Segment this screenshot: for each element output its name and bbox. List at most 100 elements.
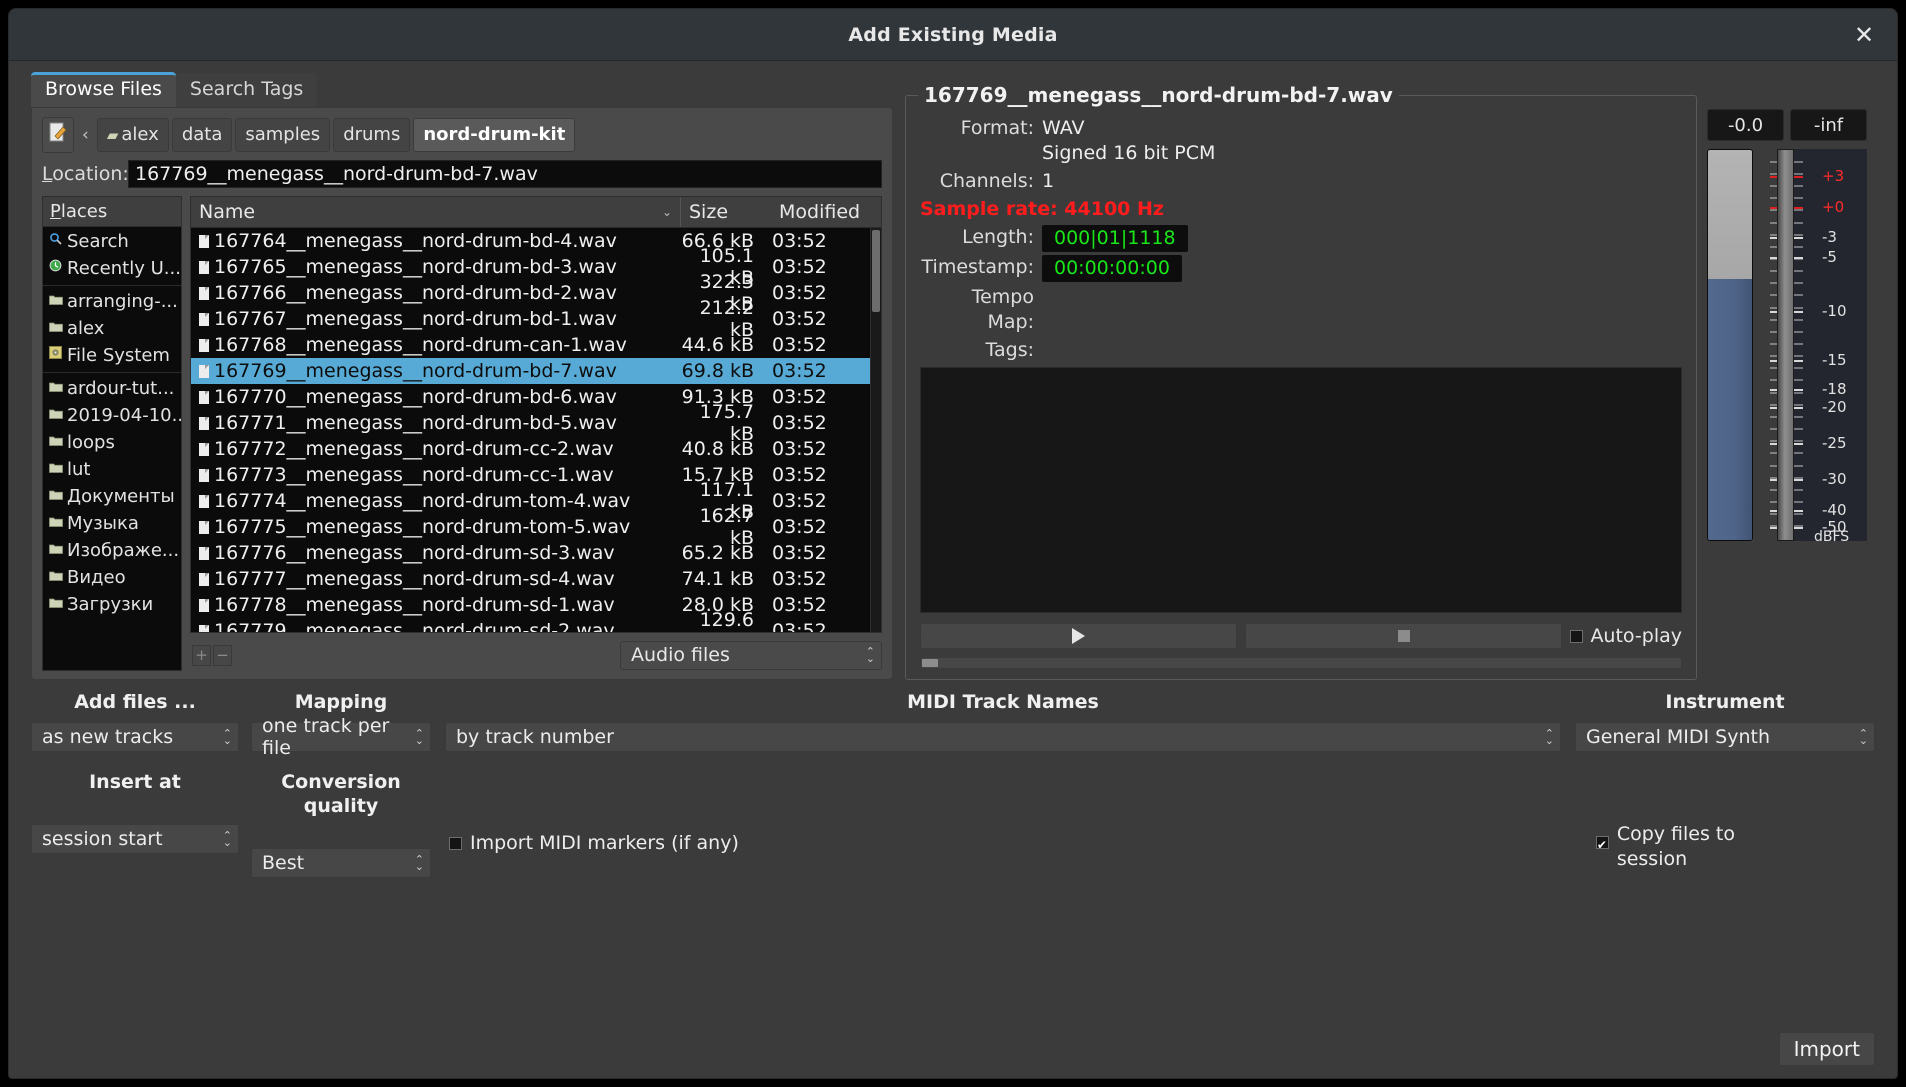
peak-value-button[interactable]: -inf: [1790, 109, 1867, 141]
location-input[interactable]: [128, 160, 882, 188]
table-row[interactable]: 167771__menegass__nord-drum-bd-5.wav 175.…: [191, 401, 870, 445]
place-item[interactable]: Музыка: [43, 510, 181, 537]
add-place-button[interactable]: +: [192, 644, 211, 666]
import-midi-markers-toggle[interactable]: Import MIDI markers (if any): [449, 832, 739, 854]
insert-at-select[interactable]: session start ⌃ ⌄: [31, 824, 239, 854]
gain-value-button[interactable]: -0.0: [1707, 109, 1784, 141]
table-row[interactable]: 167779__menegass__nord-drum-sd-2.wav 129.…: [191, 609, 870, 632]
midi-track-names-select[interactable]: by track number ⌃ ⌄: [445, 722, 1561, 752]
breadcrumb-samples[interactable]: samples: [235, 118, 331, 152]
table-row[interactable]: 167765__menegass__nord-drum-bd-3.wav 105.…: [191, 245, 870, 289]
auto-play-toggle[interactable]: Auto-play: [1570, 625, 1682, 647]
meter-scale: +3 +0 -3 -5 -10 -15 -18 -20 -25 -30 -40 -50 dBFS: [1794, 149, 1867, 545]
meter-minor-tick: [1794, 452, 1803, 455]
tab-browse-files[interactable]: Browse Files: [31, 72, 176, 107]
scrollbar-thumb[interactable]: [872, 230, 880, 312]
meter-minor-tick: [1794, 343, 1803, 346]
meter-minor-tick: [1770, 197, 1777, 200]
close-icon[interactable]: ✕: [1849, 20, 1879, 50]
stop-button[interactable]: [1245, 623, 1563, 649]
meter-minor-tick: [1794, 391, 1803, 394]
table-row[interactable]: 167766__menegass__nord-drum-bd-2.wav 322.…: [191, 271, 870, 315]
file-name-label: 167769__menegass__nord-drum-bd-7.wav: [214, 360, 617, 382]
midi-track-names-header: MIDI Track Names: [907, 691, 1099, 713]
file-icon: [199, 234, 209, 248]
path-back-icon[interactable]: ‹: [77, 120, 94, 150]
remove-place-button[interactable]: −: [213, 644, 232, 666]
file-filter-select[interactable]: Audio files ⌃ ⌄: [620, 640, 882, 670]
place-item[interactable]: Search: [43, 228, 181, 255]
table-row[interactable]: 167774__menegass__nord-drum-tom-4.wav 117…: [191, 479, 870, 523]
play-button[interactable]: [920, 623, 1238, 649]
place-item[interactable]: 2019-04-10...: [43, 402, 181, 429]
add-files-select[interactable]: as new tracks ⌃ ⌄: [31, 722, 239, 752]
column-header-name[interactable]: Name ⌄: [191, 197, 681, 227]
length-row: Length: 000|01|1118: [920, 225, 1682, 252]
file-name-label: 167767__menegass__nord-drum-bd-1.wav: [214, 308, 617, 330]
table-row[interactable]: 167776__menegass__nord-drum-sd-3.wav 65.2…: [191, 540, 870, 566]
place-item[interactable]: File System: [43, 342, 181, 369]
import-options: Add files ... as new tracks ⌃ ⌄ Mapping o…: [9, 690, 1897, 1078]
table-row[interactable]: 167767__menegass__nord-drum-bd-1.wav 212.…: [191, 297, 870, 341]
file-name-label: 167778__menegass__nord-drum-sd-1.wav: [214, 594, 615, 616]
folder-icon: [48, 484, 63, 509]
table-row[interactable]: 167777__menegass__nord-drum-sd-4.wav 74.1…: [191, 566, 870, 592]
breadcrumb-drums[interactable]: drums: [333, 118, 411, 152]
conversion-quality-select[interactable]: Best ⌃ ⌄: [251, 848, 431, 878]
meter-minor-tick: [1794, 185, 1803, 188]
meter-minor-tick: [1794, 330, 1803, 333]
table-row[interactable]: 167769__menegass__nord-drum-bd-7.wav 69.8…: [191, 358, 870, 384]
table-row[interactable]: 167773__menegass__nord-drum-cc-1.wav 15.7…: [191, 462, 870, 488]
gain-fader[interactable]: [1707, 149, 1753, 541]
place-item[interactable]: Recently U...: [43, 255, 181, 282]
place-item-label: loops: [67, 432, 115, 453]
breadcrumb-data[interactable]: data: [171, 118, 233, 152]
seek-slider[interactable]: [920, 657, 1682, 669]
place-item[interactable]: Видео: [43, 564, 181, 591]
seek-slider-knob[interactable]: [922, 659, 938, 667]
breadcrumb-alex[interactable]: ▰ alex: [96, 118, 169, 152]
mapping-select[interactable]: one track per file ⌃ ⌄: [251, 715, 431, 759]
column-header-modified[interactable]: Modified: [771, 197, 881, 227]
place-item[interactable]: Изображе...: [43, 537, 181, 564]
edit-location-icon[interactable]: [42, 117, 74, 153]
auto-play-checkbox[interactable]: [1570, 629, 1584, 643]
folder-icon: [48, 457, 63, 482]
file-icon: [199, 338, 209, 352]
meter-minor-tick: [1770, 221, 1777, 224]
insert-at-cell: Insert at session start ⌃ ⌄: [31, 770, 239, 854]
file-list-scrollbar[interactable]: [870, 228, 881, 632]
table-row[interactable]: 167770__menegass__nord-drum-bd-6.wav 91.3…: [191, 384, 870, 410]
place-item[interactable]: lut: [43, 456, 181, 483]
meter-minor-tick: [1794, 306, 1803, 309]
place-item[interactable]: ardour-tut...: [43, 372, 181, 402]
place-item[interactable]: alex: [43, 315, 181, 342]
copy-files-to-session-toggle[interactable]: Copy files to session: [1595, 822, 1735, 872]
tags-textarea[interactable]: [920, 367, 1682, 613]
breadcrumb-nord-drum-kit[interactable]: nord-drum-kit: [413, 118, 576, 152]
column-header-size[interactable]: Size: [681, 197, 771, 227]
instrument-select[interactable]: General MIDI Synth ⌃ ⌄: [1575, 722, 1875, 752]
meter-minor-tick: [1770, 343, 1777, 346]
place-item[interactable]: Загрузки: [43, 591, 181, 618]
file-icon: [199, 260, 209, 274]
import-button[interactable]: Import: [1778, 1032, 1875, 1066]
table-row[interactable]: 167775__menegass__nord-drum-tom-5.wav 162…: [191, 505, 870, 549]
copy-files-checkbox[interactable]: [1595, 833, 1609, 858]
mapping-value: one track per file: [262, 715, 390, 759]
meter-minor-tick: [1770, 185, 1777, 188]
tab-search-tags[interactable]: Search Tags: [175, 73, 318, 107]
meter-tick: [1794, 207, 1803, 210]
place-item[interactable]: arranging-...: [43, 285, 181, 315]
table-row[interactable]: 167778__menegass__nord-drum-sd-1.wav 28.0…: [191, 592, 870, 618]
meter-scale-label: +0: [1822, 198, 1845, 217]
instrument-value: General MIDI Synth: [1586, 726, 1771, 748]
place-item[interactable]: Документы: [43, 483, 181, 510]
file-name-label: 167768__menegass__nord-drum-can-1.wav: [214, 334, 627, 356]
table-row[interactable]: 167768__menegass__nord-drum-can-1.wav 44.…: [191, 332, 870, 358]
table-row[interactable]: 167772__menegass__nord-drum-cc-2.wav 40.8…: [191, 436, 870, 462]
import-midi-markers-checkbox[interactable]: [449, 836, 462, 850]
table-row[interactable]: 167764__menegass__nord-drum-bd-4.wav 66.6…: [191, 228, 870, 254]
copy-files-label: Copy files to session: [1617, 822, 1735, 872]
place-item[interactable]: loops: [43, 429, 181, 456]
